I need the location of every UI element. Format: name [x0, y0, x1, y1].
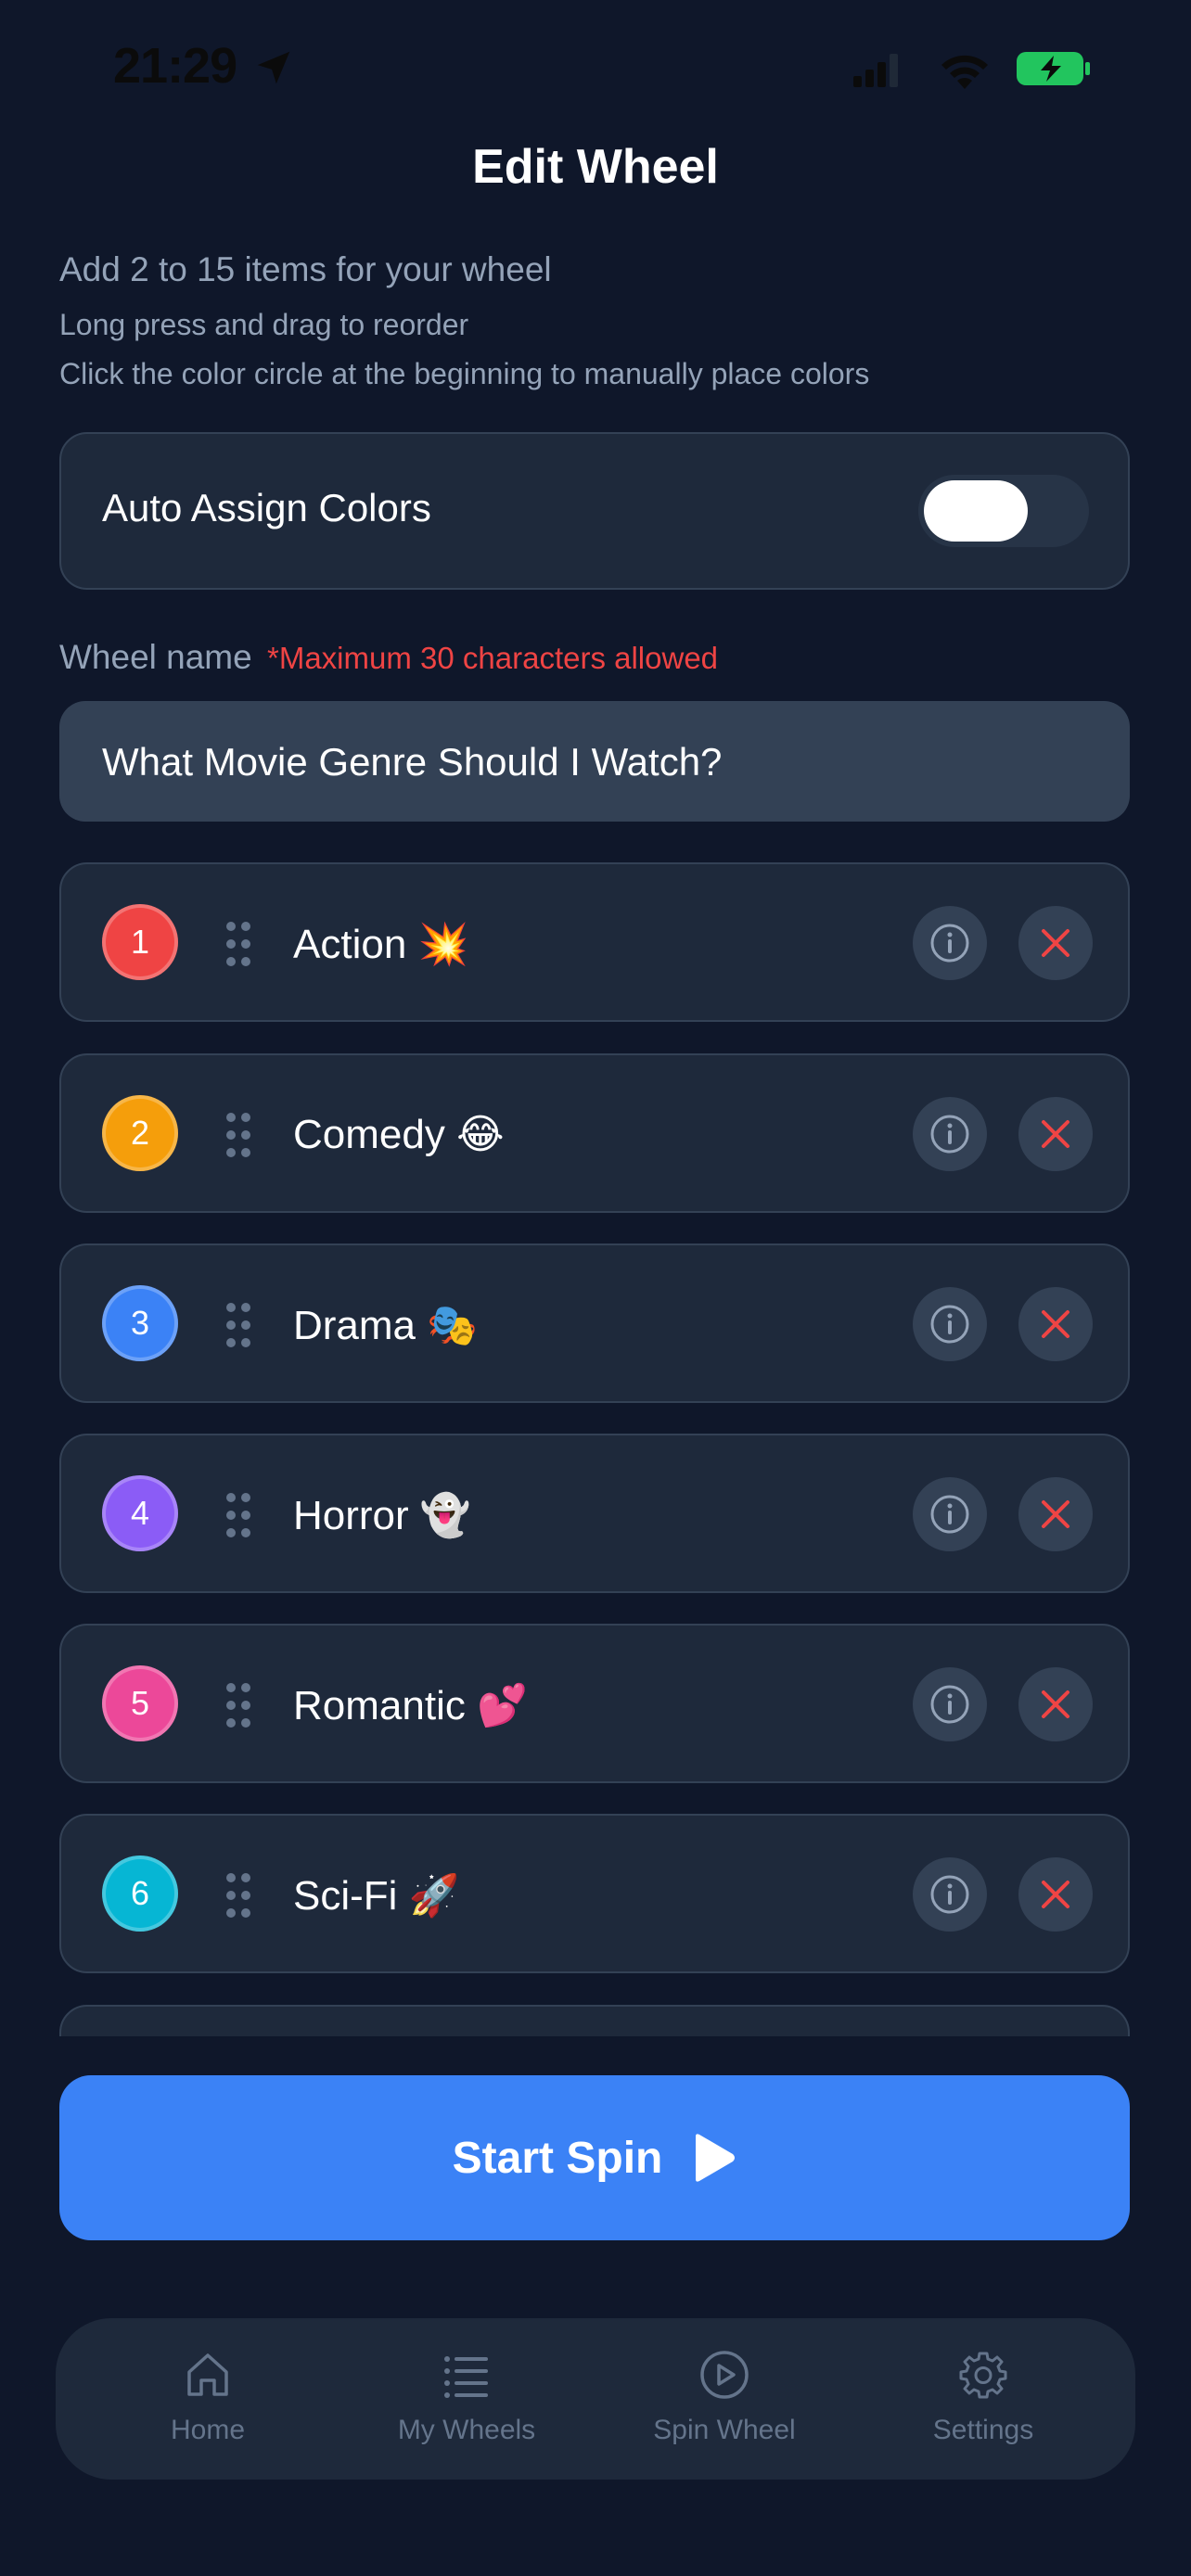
- tab-my-wheels-label: My Wheels: [397, 2415, 536, 2445]
- start-spin-label: Start Spin: [452, 2133, 663, 2183]
- battery-charging-icon: [1017, 52, 1090, 85]
- play-icon: [696, 2134, 736, 2182]
- info-icon: [930, 1305, 969, 1344]
- info-button[interactable]: [913, 1667, 987, 1741]
- list-icon: [444, 2356, 488, 2398]
- drag-handle-icon[interactable]: [224, 1491, 252, 1539]
- info-button[interactable]: [913, 1477, 987, 1551]
- close-icon: [1042, 1120, 1069, 1148]
- delete-button[interactable]: [1018, 1477, 1093, 1551]
- status-time: 21:29: [113, 38, 237, 94]
- toggle-knob: [924, 480, 1028, 542]
- tab-bar: Home My Wheels Spin Wheel Settings: [56, 2318, 1135, 2480]
- close-icon: [1042, 929, 1069, 957]
- color-circle[interactable]: 6: [102, 1855, 178, 1932]
- color-circle[interactable]: 4: [102, 1475, 178, 1551]
- wheel-name-value: What Movie Genre Should I Watch?: [102, 740, 723, 784]
- close-icon: [1042, 1500, 1069, 1528]
- color-circle[interactable]: 2: [102, 1095, 178, 1171]
- list-item[interactable]: 4 Horror 👻: [59, 1434, 1130, 1593]
- delete-button[interactable]: [1018, 1097, 1093, 1171]
- tab-my-wheels[interactable]: My Wheels: [355, 2318, 578, 2480]
- tab-spin-wheel-label: Spin Wheel: [653, 2415, 796, 2445]
- auto-assign-colors-toggle[interactable]: [918, 475, 1089, 547]
- home-icon: [187, 2353, 228, 2396]
- cellular-signal-icon: [853, 54, 898, 87]
- wifi-icon: [941, 55, 988, 89]
- item-label: Sci-Fi 🚀: [293, 1873, 460, 1919]
- info-icon: [930, 1495, 969, 1534]
- play-circle-icon: [700, 2351, 749, 2399]
- delete-button[interactable]: [1018, 906, 1093, 980]
- list-item[interactable]: 6 Sci-Fi 🚀: [59, 1814, 1130, 1973]
- color-circle[interactable]: 5: [102, 1665, 178, 1741]
- info-button[interactable]: [913, 1097, 987, 1171]
- instruction-item-count: Add 2 to 15 items for your wheel: [59, 250, 552, 288]
- info-button[interactable]: [913, 1287, 987, 1361]
- tab-spin-wheel[interactable]: Spin Wheel: [613, 2318, 836, 2480]
- list-item[interactable]: 2 Comedy 😂: [59, 1053, 1130, 1213]
- wheel-name-label-text: Wheel name: [59, 638, 252, 676]
- wheel-name-requirement: *Maximum 30 characters allowed: [267, 641, 719, 675]
- list-item[interactable]: [59, 2005, 1130, 2036]
- drag-handle-icon[interactable]: [224, 1301, 252, 1349]
- auto-assign-colors-card: Auto Assign Colors: [59, 432, 1130, 590]
- drag-handle-icon[interactable]: [224, 1871, 252, 1919]
- wheel-name-input[interactable]: What Movie Genre Should I Watch?: [59, 701, 1130, 822]
- list-item[interactable]: 5 Romantic 💕: [59, 1624, 1130, 1783]
- wheel-items-list[interactable]: 1 Action 💥 2 Comedy 😂 3 Drama 🎭 4 Horror…: [0, 859, 1191, 2036]
- tab-settings[interactable]: Settings: [872, 2318, 1095, 2480]
- item-label: Horror 👻: [293, 1493, 471, 1538]
- auto-assign-colors-label: Auto Assign Colors: [102, 486, 431, 529]
- drag-handle-icon[interactable]: [224, 1111, 252, 1159]
- tab-home[interactable]: Home: [96, 2318, 319, 2480]
- info-icon: [930, 1115, 969, 1154]
- info-icon: [930, 924, 969, 963]
- status-bar: 21:29: [0, 0, 1191, 139]
- wheel-name-label: Wheel name *Maximum 30 characters allowe…: [59, 638, 718, 677]
- item-label: Action 💥: [293, 922, 469, 967]
- drag-handle-icon[interactable]: [224, 1681, 252, 1729]
- location-arrow-icon: [257, 51, 290, 84]
- page-title: Edit Wheel: [472, 140, 719, 194]
- list-item[interactable]: 1 Action 💥: [59, 862, 1130, 1022]
- tab-settings-label: Settings: [932, 2415, 1034, 2445]
- item-label: Romantic 💕: [293, 1683, 528, 1728]
- info-button[interactable]: [913, 1857, 987, 1932]
- info-button[interactable]: [913, 906, 987, 980]
- color-circle[interactable]: 1: [102, 904, 178, 980]
- tab-home-label: Home: [170, 2415, 246, 2445]
- info-icon: [930, 1685, 969, 1724]
- delete-button[interactable]: [1018, 1667, 1093, 1741]
- color-circle[interactable]: 3: [102, 1285, 178, 1361]
- start-spin-button[interactable]: Start Spin: [59, 2075, 1130, 2240]
- list-item[interactable]: 3 Drama 🎭: [59, 1243, 1130, 1403]
- info-icon: [930, 1875, 969, 1914]
- close-icon: [1042, 1690, 1069, 1718]
- instruction-reorder: Long press and drag to reorder: [59, 308, 469, 341]
- drag-handle-icon[interactable]: [224, 920, 252, 968]
- gear-icon: [959, 2352, 1007, 2399]
- close-icon: [1042, 1881, 1069, 1908]
- delete-button[interactable]: [1018, 1857, 1093, 1932]
- delete-button[interactable]: [1018, 1287, 1093, 1361]
- item-label: Drama 🎭: [293, 1303, 479, 1348]
- item-label: Comedy 😂: [293, 1112, 505, 1157]
- close-icon: [1042, 1310, 1069, 1338]
- instruction-colors: Click the color circle at the beginning …: [59, 357, 870, 390]
